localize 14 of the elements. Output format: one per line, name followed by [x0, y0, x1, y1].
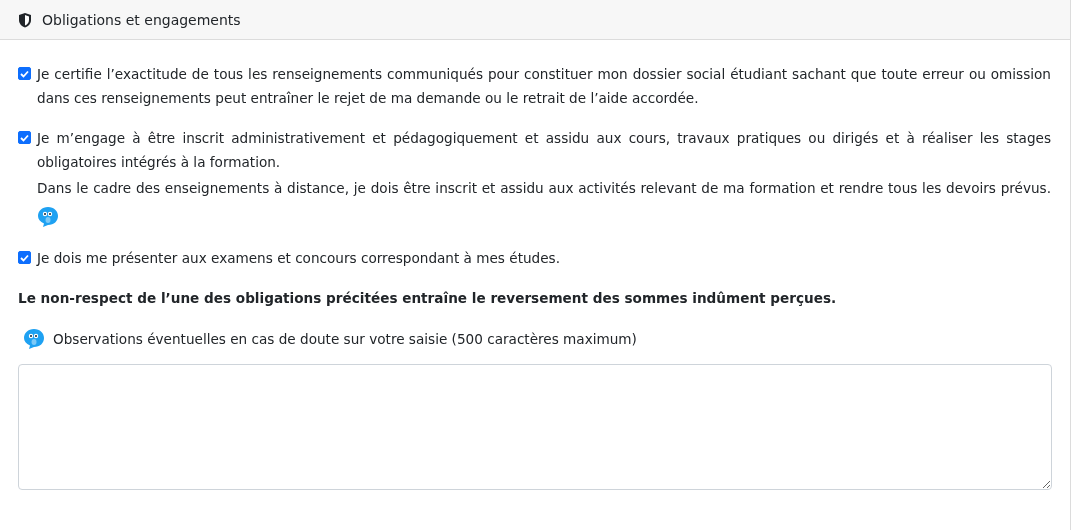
observations-field[interactable]: [18, 364, 1052, 490]
card-title: Obligations et engagements: [42, 11, 241, 28]
checkbox[interactable]: [18, 131, 31, 144]
warning-text: Le non-respect de l’une des obligations précitées entraîne le reversement des sommes indûment perçues.: [18, 290, 838, 306]
checkbox[interactable]: [18, 251, 31, 264]
commitment-text: Je m’engage à être inscrit administrativement et pédagogiquement et assidu aux cours, travaux pratiques ou dirigés et à réaliser les stages obligatoires intégrés à la formation.: [37, 129, 1051, 172]
commitment-text: Je certifie l’exactitude de tous les renseignements communiqués pour constituer mon dossier social étudiant sachant que toute erreur ou omission dans ces renseignements peut entraîner le rejet de ma demande ou le retrait de l’aide accordée.: [37, 65, 1051, 108]
mascot-icon: [23, 328, 45, 350]
commitment-text: Dans le cadre des enseignements à distance, je dois être inscrit et assidu aux activités relevant de ma formation et rendre tous les devoirs prévus.: [37, 180, 1051, 196]
commitment-text: Je dois me présenter aux examens et concours correspondant à mes études.: [37, 249, 561, 268]
shield-icon: [18, 11, 32, 28]
mascot-icon: [37, 206, 59, 228]
observations-label: Observations éventuelles en cas de doute sur votre saisie (500 caractères maximum): [53, 331, 637, 347]
checkbox[interactable]: [18, 67, 31, 80]
